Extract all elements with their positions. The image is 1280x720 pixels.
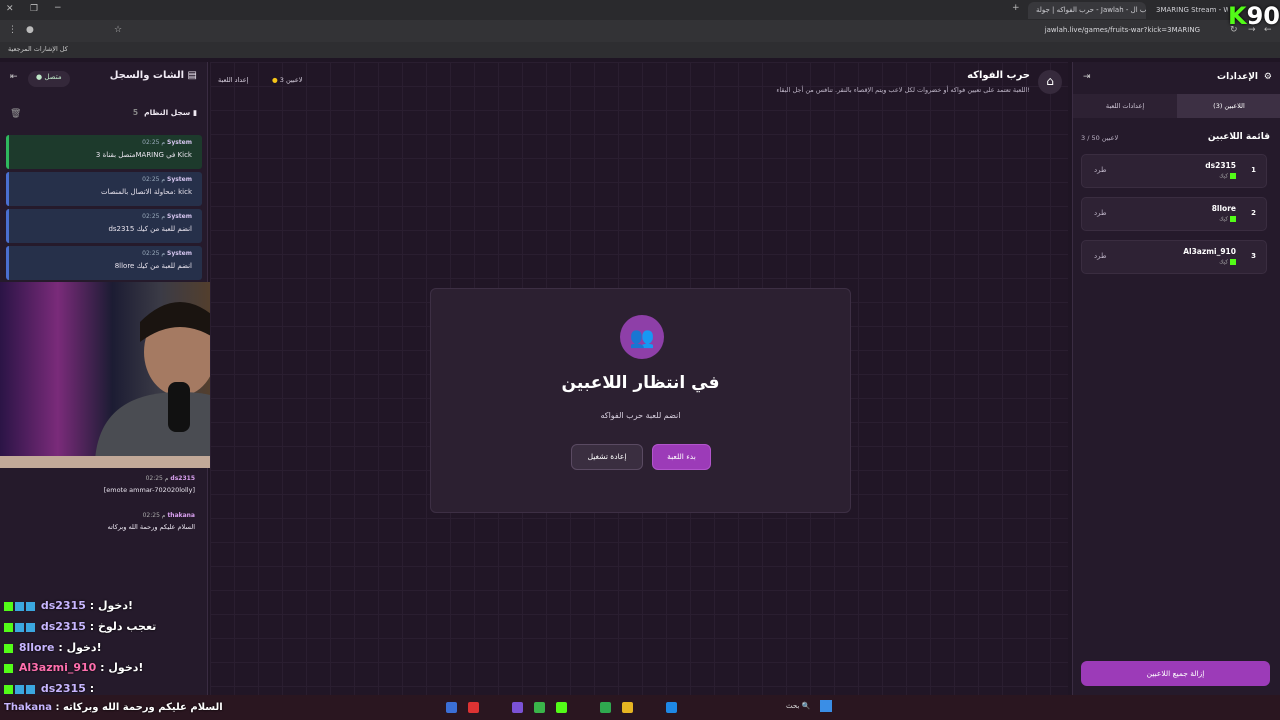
- settings-title: الإعدادات: [1217, 72, 1258, 82]
- tab-3maring[interactable]: 3MARING Stream - Watch...: [1148, 2, 1228, 19]
- overlay-chat-line: Al3azmi_910 : دخول!: [4, 661, 143, 674]
- players-list-count: 3 / 50 لاعبين: [1081, 134, 1119, 142]
- connection-status-badge: ● متصل: [28, 71, 70, 87]
- users-icon: 👥: [620, 315, 664, 359]
- overlay-chat-line: ds2315 : تعجب دلوخ: [4, 620, 156, 633]
- home-icon: ⌂: [1046, 74, 1054, 88]
- edge-icon[interactable]: [666, 702, 677, 713]
- url-field[interactable]: jawlah.live/games/fruits-war?kick=3MARIN…: [1045, 26, 1200, 34]
- star-icon[interactable]: ☆: [114, 25, 122, 35]
- tab-jawlah[interactable]: حرب الفواكه | جولة - Jawlah - منصة الألع…: [1028, 2, 1146, 19]
- system-message: 02:25 م System 8llore انضم للعبة من كيك: [6, 246, 202, 280]
- system-message: 02:25 م System ds2315 انضم للعبة من كيك: [6, 209, 202, 243]
- chat-comment: 02:25 م ds2315 [emote ammar-702020lolly]: [103, 475, 195, 494]
- windows-start-icon[interactable]: [820, 700, 832, 712]
- game-title: حرب الفواكه: [967, 70, 1030, 81]
- kick-icon: [1230, 216, 1236, 222]
- new-tab-icon[interactable]: +: [1012, 3, 1020, 13]
- tab-game-settings[interactable]: إعدادات اللعبة: [1073, 94, 1177, 118]
- close-window-icon[interactable]: ✕: [6, 4, 14, 14]
- collapse-settings-icon[interactable]: ⇥: [1083, 72, 1091, 82]
- taskbar-app-icon[interactable]: [600, 702, 611, 713]
- chat-comment: 02:25 م thakana السلام عليكم ورحمة الله …: [107, 512, 195, 531]
- player-card: 1 ds2315 كيك طرد: [1081, 154, 1267, 188]
- overlay-chat-line: ds2315 :: [4, 682, 94, 695]
- stream-badge: K90: [1228, 2, 1280, 30]
- menu-icon[interactable]: ⋮: [8, 25, 17, 35]
- modal-title: في انتظار اللاعبين: [561, 373, 720, 393]
- bookmarks-bar: كل الإشارات المرجعية: [0, 42, 1280, 58]
- overlay-chat-line: 8llore : دخول!: [4, 641, 102, 654]
- collapse-panel-icon[interactable]: ⇤: [10, 72, 18, 82]
- folder-icon[interactable]: [622, 702, 633, 713]
- game-setup-link[interactable]: إعداد اللعبة: [218, 76, 248, 84]
- kick-player-button[interactable]: طرد: [1094, 209, 1107, 217]
- extension-icon[interactable]: ●: [26, 25, 34, 35]
- system-message: 02:25 م System متصل بقناة 3MARING في Kic…: [6, 135, 202, 169]
- minimize-icon[interactable]: −: [54, 3, 62, 13]
- gear-icon: ⚙: [1263, 72, 1272, 82]
- system-message: 02:25 م System محاولة الاتصال بالمنصات: …: [6, 172, 202, 206]
- overlay-chat-line: Thakana : السلام عليكم ورحمة الله وبركات…: [4, 702, 223, 713]
- browser-tab-bar: ✕ ❐ − + حرب الفواكه | جولة - Jawlah - من…: [0, 0, 1280, 20]
- restart-button[interactable]: إعادة تشغيل: [571, 444, 643, 470]
- address-bar: ⋮ ● ☆ jawlah.live/games/fruits-war?kick=…: [0, 20, 1280, 42]
- kick-player-button[interactable]: طرد: [1094, 166, 1107, 174]
- kick-icon: [1230, 173, 1236, 179]
- overlay-chat-line: ds2315 : دخول!: [4, 599, 133, 612]
- tab-players[interactable]: اللاعبين (3): [1177, 94, 1280, 118]
- bookmarks-folder[interactable]: كل الإشارات المرجعية: [8, 45, 68, 53]
- settings-tabs: اللاعبين (3) إعدادات اللعبة: [1073, 94, 1280, 118]
- kick-app-icon[interactable]: [556, 702, 567, 713]
- settings-panel: ⇥ الإعدادات ⚙ اللاعبين (3) إعدادات اللعب…: [1072, 62, 1280, 695]
- taskbar-app-icon[interactable]: [446, 702, 457, 713]
- home-button[interactable]: ⌂: [1038, 70, 1062, 94]
- modal-subtitle: انضم للعبة حرب الفواكه: [600, 411, 681, 420]
- restore-icon[interactable]: ❐: [30, 4, 38, 14]
- chat-title: الشات والسجل ▤: [109, 70, 197, 81]
- taskbar-search[interactable]: بحث 🔍: [786, 702, 810, 710]
- remove-all-players-button[interactable]: إزالة جميع اللاعبين: [1081, 661, 1270, 686]
- chrome-icon[interactable]: [534, 702, 545, 713]
- taskbar: Thakana : السلام عليكم ورحمة الله وبركات…: [0, 695, 1280, 720]
- players-list-title: قائمة اللاعبين: [1207, 132, 1270, 142]
- player-card: 2 8llore كيك طرد: [1081, 197, 1267, 231]
- kick-player-button[interactable]: طرد: [1094, 252, 1107, 260]
- game-description: اللعبة تعتمد على تعيين فواكه أو خضروات ل…: [776, 86, 1030, 94]
- trash-icon[interactable]: 🗑: [10, 109, 21, 119]
- players-count: ● 3 لاعبين: [272, 76, 303, 84]
- kick-icon: [1230, 259, 1236, 265]
- start-game-button[interactable]: بدء اللعبة: [652, 444, 711, 470]
- waiting-modal: 👥 في انتظار اللاعبين انضم للعبة حرب الفو…: [430, 288, 851, 513]
- chat-icon: ▤: [187, 70, 197, 81]
- taskbar-app-icon[interactable]: [468, 702, 479, 713]
- player-card: 3 Al3azmi_910 كيك طرد: [1081, 240, 1267, 274]
- system-log-title[interactable]: 5 سجل النظام ▮: [133, 108, 197, 117]
- taskbar-app-icon[interactable]: [512, 702, 523, 713]
